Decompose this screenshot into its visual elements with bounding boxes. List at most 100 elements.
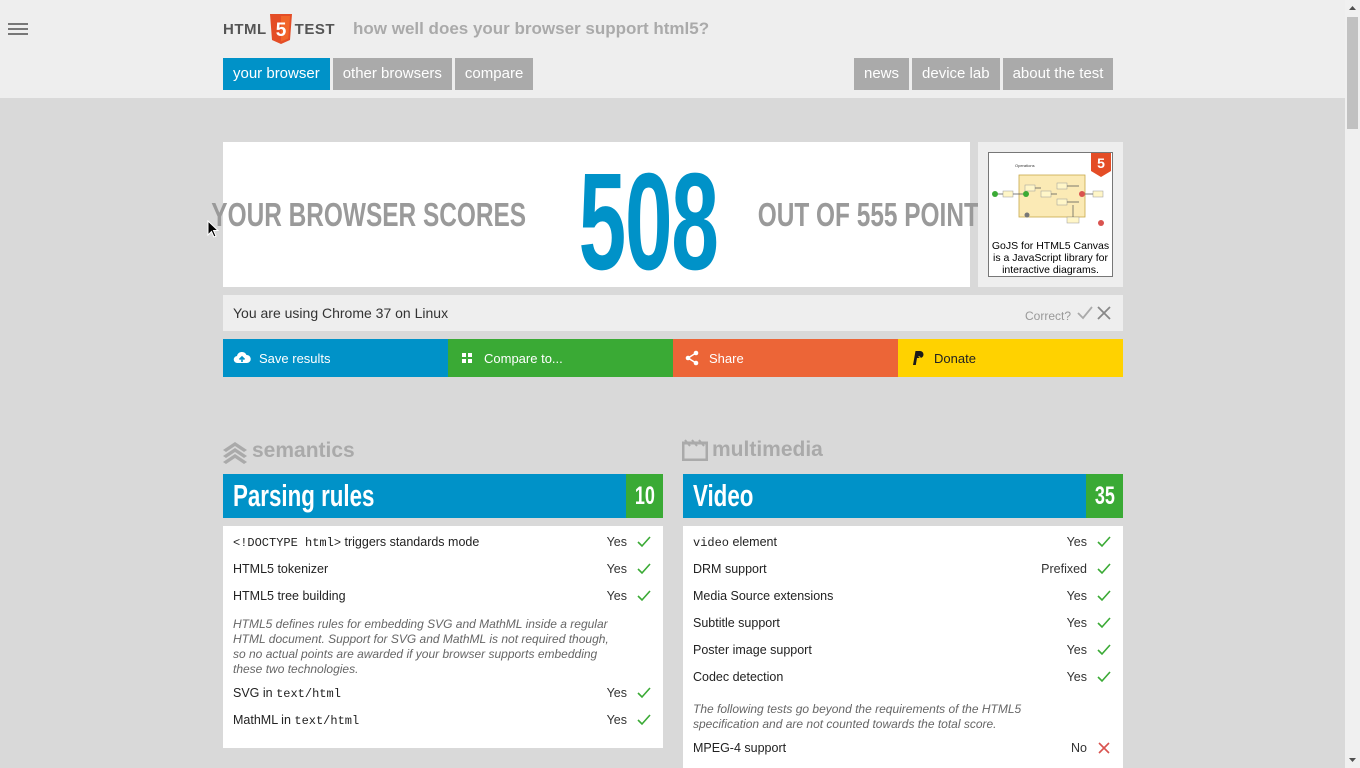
confirm-check-icon[interactable] bbox=[1077, 306, 1093, 320]
test-result: Prefixed bbox=[1041, 562, 1087, 576]
test-label: MPEG-4 support bbox=[693, 741, 787, 755]
check-icon bbox=[1097, 617, 1111, 629]
menu-icon[interactable] bbox=[8, 20, 28, 38]
test-label: HTML5 tree building bbox=[233, 589, 346, 603]
check-icon bbox=[637, 687, 651, 699]
advertisement[interactable]: Operations 5 GoJS for HTML5 Canvas is a … bbox=[978, 142, 1123, 287]
category-points-badge: 10 bbox=[626, 474, 663, 518]
test-row: DRM support Prefixed bbox=[683, 553, 1123, 580]
semantics-layers-icon bbox=[223, 442, 247, 464]
test-row: <!DOCTYPE html> triggers standards mode … bbox=[223, 526, 663, 553]
ad-text: GoJS for HTML5 Canvas is a JavaScript li… bbox=[991, 240, 1110, 276]
test-label: <!DOCTYPE html> triggers standards mode bbox=[233, 535, 480, 550]
donate-label: Donate bbox=[934, 350, 976, 366]
check-icon bbox=[637, 536, 651, 548]
compare-to-button[interactable]: Compare to... bbox=[448, 339, 673, 377]
test-result: Yes bbox=[606, 713, 627, 727]
correct-prompt: Correct? bbox=[1024, 309, 1071, 323]
parsing-rules-results: <!DOCTYPE html> triggers standards mode … bbox=[223, 526, 663, 748]
test-label: Codec detection bbox=[693, 670, 784, 684]
reject-close-icon[interactable] bbox=[1097, 306, 1111, 320]
test-result: Yes bbox=[1066, 643, 1087, 657]
check-icon bbox=[1097, 644, 1111, 656]
test-note: HTML5 defines rules for embedding SVG an… bbox=[233, 617, 609, 676]
test-row: SVG in text/html Yes bbox=[223, 677, 663, 704]
action-bar: Save results Compare to... Share Donate bbox=[223, 339, 1123, 377]
test-row: MPEG-4 support No bbox=[683, 732, 1123, 759]
share-icon bbox=[685, 350, 699, 366]
nav-about-the-test[interactable]: about the test bbox=[1002, 58, 1114, 90]
test-label: MathML in text/html bbox=[233, 713, 360, 728]
test-result: No bbox=[1071, 741, 1087, 755]
parsing-rules-category[interactable]: Parsing rules 10 bbox=[223, 474, 663, 518]
test-result: Yes bbox=[1066, 535, 1087, 549]
svg-text:5: 5 bbox=[275, 20, 286, 41]
grid-icon bbox=[462, 353, 472, 363]
category-title: Video bbox=[693, 478, 754, 513]
logo-test-text: TEST bbox=[294, 20, 335, 38]
test-result: Yes bbox=[1066, 616, 1087, 630]
tagline: how well does your browser support html5… bbox=[353, 19, 710, 38]
test-result: Yes bbox=[606, 686, 627, 700]
nav-other-browsers[interactable]: other browsers bbox=[332, 58, 452, 90]
score-prefix: YOUR BROWSER SCORES bbox=[211, 195, 527, 233]
detected-browser-text: You are using Chrome 37 on Linux bbox=[233, 305, 449, 321]
test-label: DRM support bbox=[693, 562, 767, 576]
video-results: video element Yes DRM support Prefixed M… bbox=[683, 526, 1123, 768]
test-result: Yes bbox=[606, 589, 627, 603]
category-points-badge: 35 bbox=[1086, 474, 1123, 518]
check-icon bbox=[1097, 563, 1111, 575]
test-label: Poster image support bbox=[693, 643, 812, 657]
video-category[interactable]: Video 35 bbox=[683, 474, 1123, 518]
browser-detection-bar: You are using Chrome 37 on Linux Correct… bbox=[223, 295, 1123, 331]
test-result: Yes bbox=[1066, 589, 1087, 603]
test-row: video element Yes bbox=[683, 526, 1123, 553]
scroll-down-arrow-icon[interactable] bbox=[1345, 751, 1360, 768]
html5-shield-icon: 5 bbox=[269, 14, 292, 44]
nav-compare[interactable]: compare bbox=[454, 58, 534, 90]
svg-text:Operations: Operations bbox=[1015, 163, 1035, 168]
test-result: Yes bbox=[606, 535, 627, 549]
ad-card[interactable]: Operations 5 GoJS for HTML5 Canvas is a … bbox=[988, 152, 1113, 277]
compare-to-label: Compare to... bbox=[484, 350, 563, 366]
logo-html-text: HTML bbox=[223, 20, 267, 38]
scroll-up-arrow-icon[interactable] bbox=[1345, 0, 1360, 17]
site-logo[interactable]: HTML 5 TEST bbox=[223, 14, 335, 44]
top-header: HTML 5 TEST how well does your browser s… bbox=[0, 0, 1345, 98]
nav-news[interactable]: news bbox=[854, 58, 910, 90]
cross-icon bbox=[1098, 742, 1110, 754]
test-row: HTML5 tree building Yes bbox=[223, 580, 663, 607]
test-result: Yes bbox=[1066, 670, 1087, 684]
vertical-scrollbar[interactable] bbox=[1345, 0, 1360, 768]
paypal-icon bbox=[913, 351, 924, 365]
test-row: MathML in text/html Yes bbox=[223, 704, 663, 731]
mouse-pointer-icon bbox=[207, 220, 219, 238]
test-row: Codec detection Yes bbox=[683, 661, 1123, 688]
nav-your-browser[interactable]: your browser bbox=[223, 58, 330, 90]
test-row: Media Source extensions Yes bbox=[683, 580, 1123, 607]
scrollbar-thumb[interactable] bbox=[1347, 17, 1358, 129]
main-nav: your browser other browsers compare bbox=[223, 58, 536, 90]
check-icon bbox=[1097, 590, 1111, 602]
save-results-button[interactable]: Save results bbox=[223, 339, 448, 377]
score-value: 508 bbox=[578, 144, 718, 299]
test-result: Yes bbox=[606, 562, 627, 576]
check-icon bbox=[637, 714, 651, 726]
secondary-nav: news device lab about the test bbox=[854, 58, 1116, 90]
donate-button[interactable]: Donate bbox=[898, 339, 1123, 377]
multimedia-title: multimedia bbox=[712, 438, 823, 461]
test-label: HTML5 tokenizer bbox=[233, 562, 329, 576]
test-row: Subtitle support Yes bbox=[683, 607, 1123, 634]
multimedia-heading: multimedia bbox=[682, 438, 823, 462]
test-row: Poster image support Yes bbox=[683, 634, 1123, 661]
check-icon bbox=[1097, 536, 1111, 548]
check-icon bbox=[637, 590, 651, 602]
score-suffix: OUT OF 555 POINTS bbox=[757, 195, 996, 233]
share-label: Share bbox=[709, 350, 744, 366]
test-label: SVG in text/html bbox=[233, 686, 341, 701]
diagram-thumbnail-image: Operations 5 bbox=[989, 153, 1112, 239]
nav-device-lab[interactable]: device lab bbox=[912, 58, 1000, 90]
cloud-upload-icon bbox=[233, 351, 251, 364]
score-panel: YOUR BROWSER SCORES 508 OUT OF 555 POINT… bbox=[212, 142, 995, 291]
share-button[interactable]: Share bbox=[673, 339, 898, 377]
